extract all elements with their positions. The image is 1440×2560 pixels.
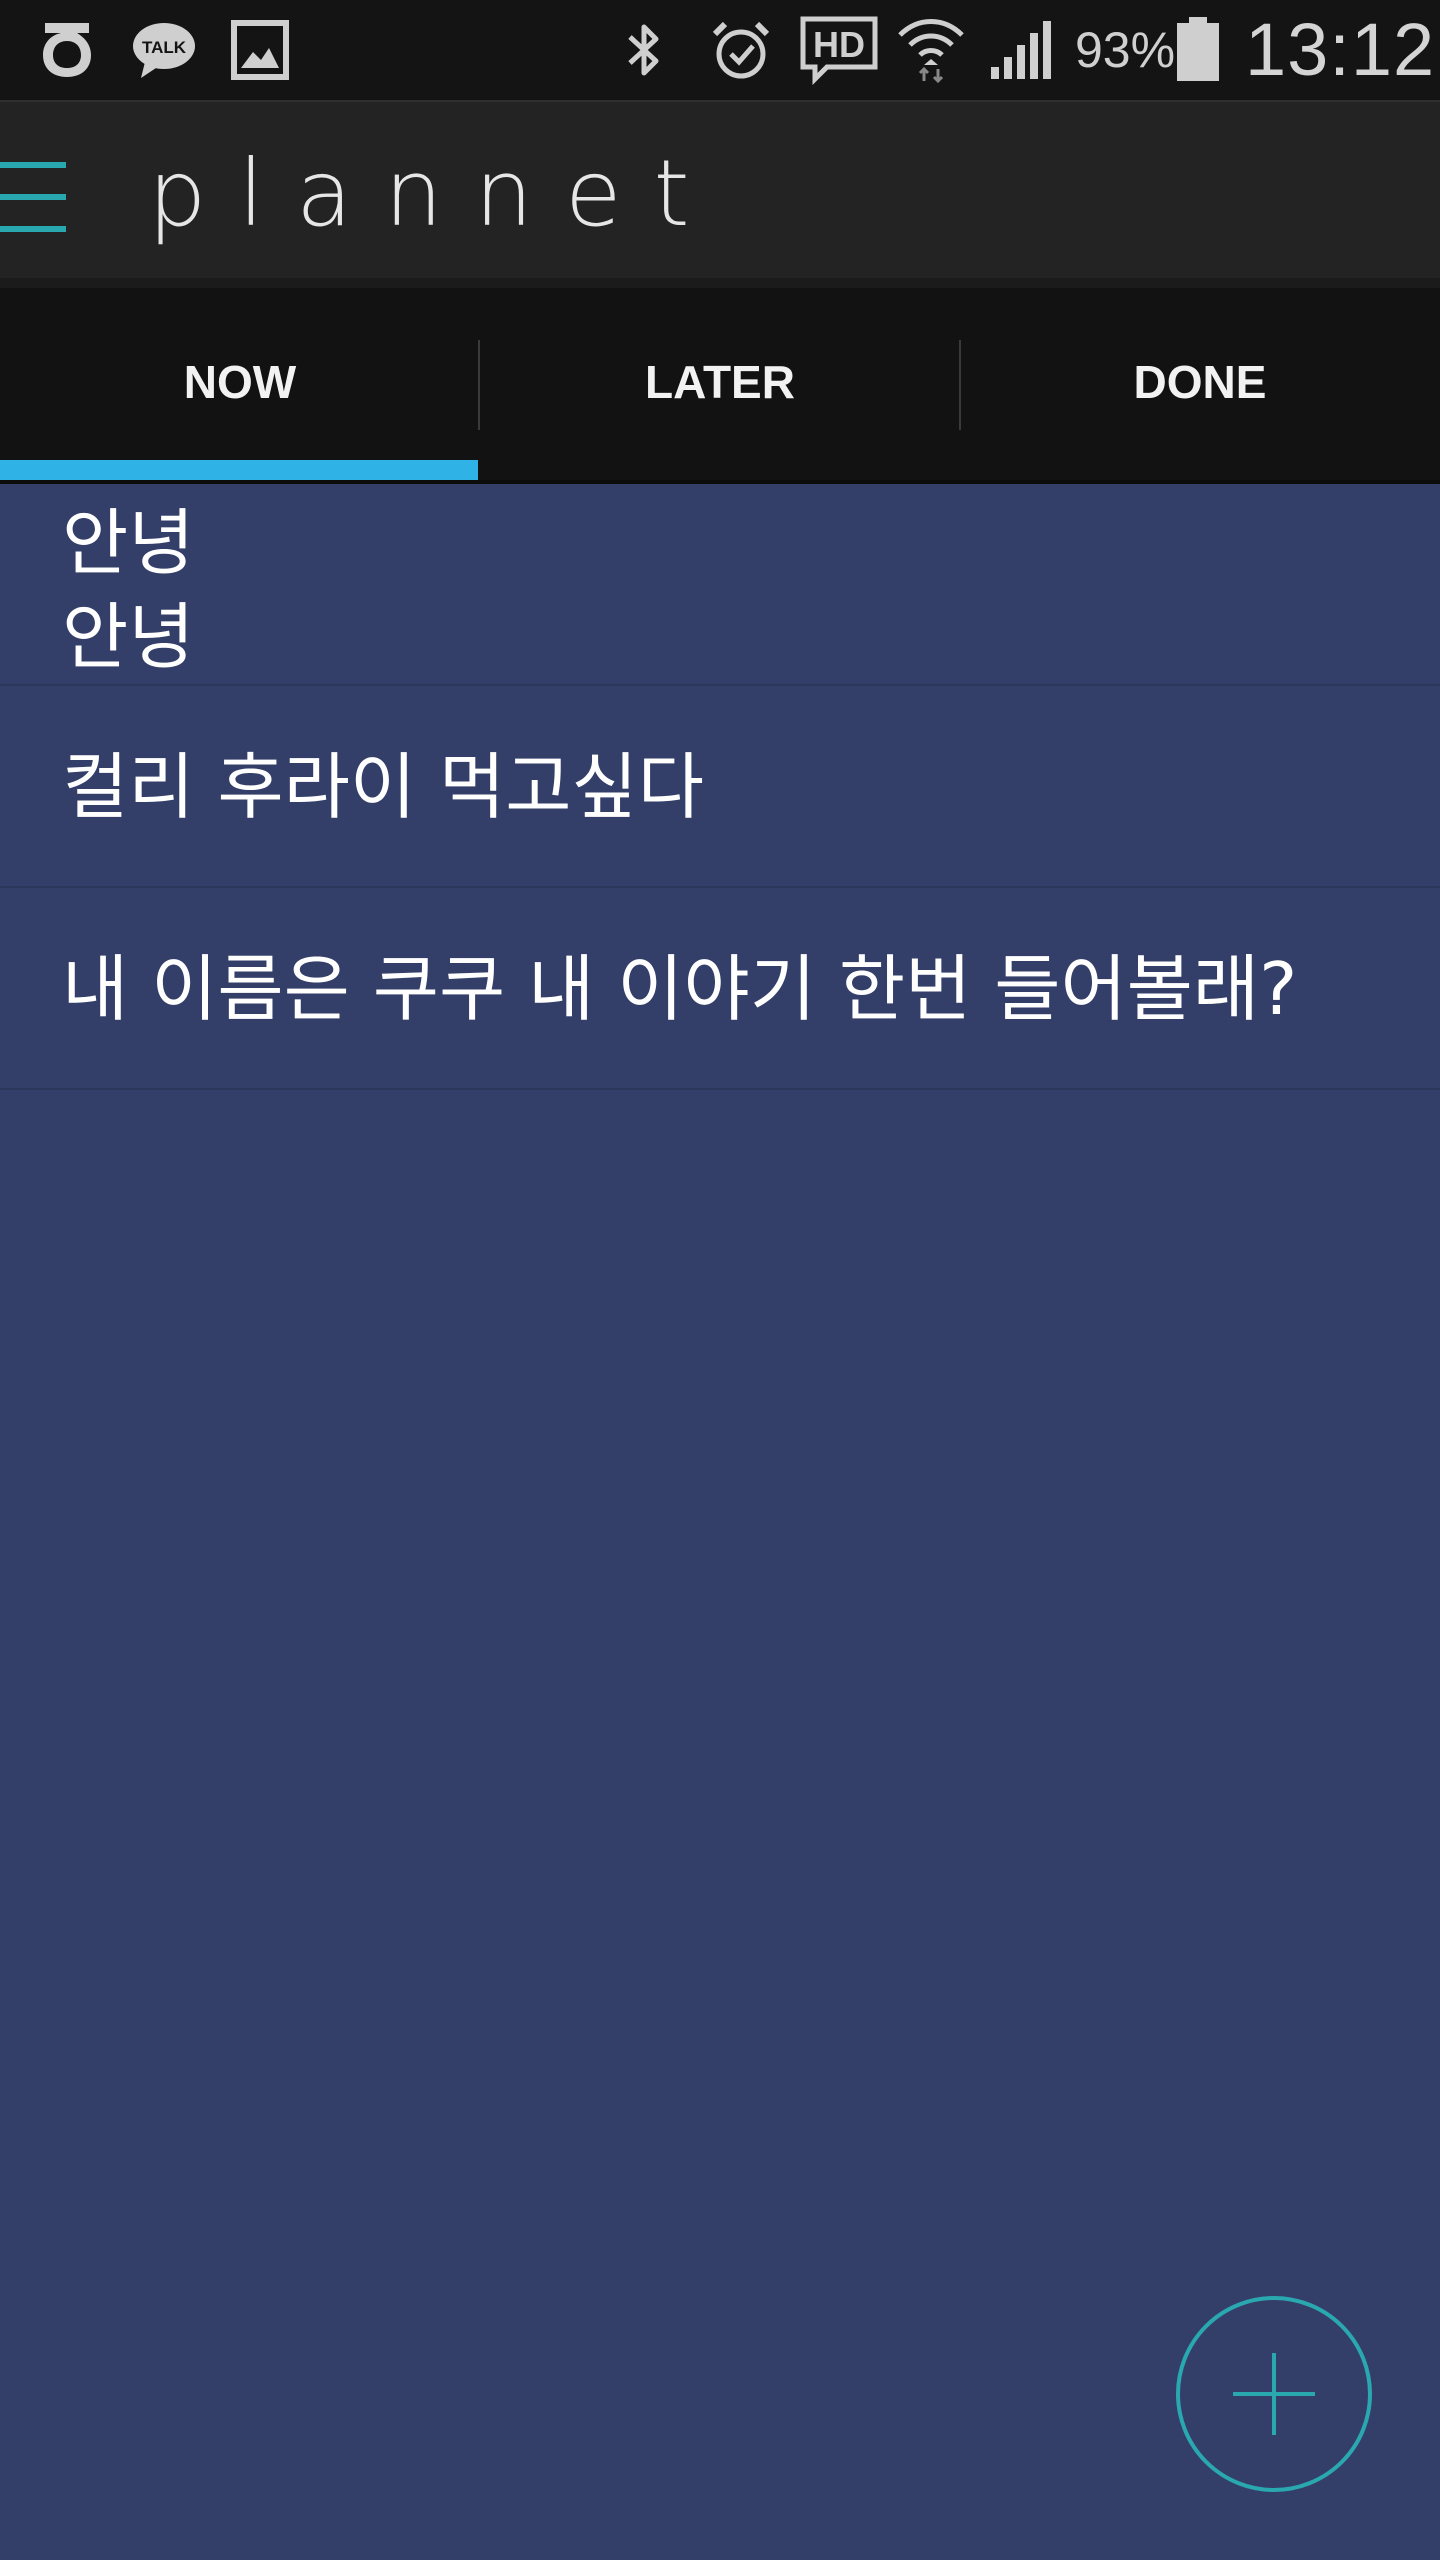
task-text: 내 이름은 쿠쿠 내 이야기 한번 들어볼래? (62, 947, 1298, 1031)
tab-now-label: NOW (183, 356, 297, 408)
tab-bar: NOW LATER DONE (0, 288, 1440, 484)
app-title: plannet (148, 140, 722, 247)
status-bar: TALK HD 93% 13:12 (0, 0, 1440, 100)
alarm-icon (706, 18, 776, 82)
hamburger-menu-icon (0, 162, 66, 232)
add-task-button[interactable] (1176, 2296, 1372, 2492)
status-clock: 13:12 (1245, 8, 1436, 91)
tab-now[interactable]: NOW (0, 288, 480, 484)
task-list: 안녕 안녕 컬리 후라이 먹고싶다 내 이름은 쿠쿠 내 이야기 한번 들어볼래… (0, 484, 1440, 1090)
bluetooth-icon (612, 18, 678, 82)
list-item[interactable]: 내 이름은 쿠쿠 내 이야기 한번 들어볼래? (0, 888, 1440, 1090)
list-item[interactable]: 안녕 안녕 (0, 484, 1440, 686)
battery-percent: 93% (1075, 22, 1176, 78)
tab-selected-indicator (0, 460, 478, 480)
list-item[interactable]: 컬리 후라이 먹고싶다 (0, 686, 1440, 888)
battery-icon (1172, 17, 1224, 82)
app-screen: TALK HD 93% 13:12 plannet NOW LATER DONE… (0, 0, 1440, 2560)
svg-text:HD: HD (813, 24, 865, 65)
gallery-icon (228, 18, 292, 82)
tab-later[interactable]: LATER (480, 288, 960, 484)
hd-voice-icon: HD (796, 16, 882, 85)
tab-done[interactable]: DONE (960, 288, 1440, 484)
carrier-g-icon (34, 18, 100, 82)
task-text: 컬리 후라이 먹고싶다 (62, 745, 704, 829)
app-bar-shadow (0, 278, 1440, 288)
menu-button[interactable] (0, 160, 80, 236)
plus-icon (1233, 2353, 1315, 2435)
task-text: 안녕 안녕 (62, 501, 195, 679)
wifi-icon (894, 18, 968, 84)
tab-done-label: DONE (1133, 356, 1267, 408)
app-bar: plannet (0, 100, 1440, 288)
svg-text:TALK: TALK (142, 38, 187, 57)
tab-later-label: LATER (645, 356, 795, 408)
talk-bubble-icon: TALK (128, 18, 200, 82)
signal-icon (984, 18, 1056, 82)
